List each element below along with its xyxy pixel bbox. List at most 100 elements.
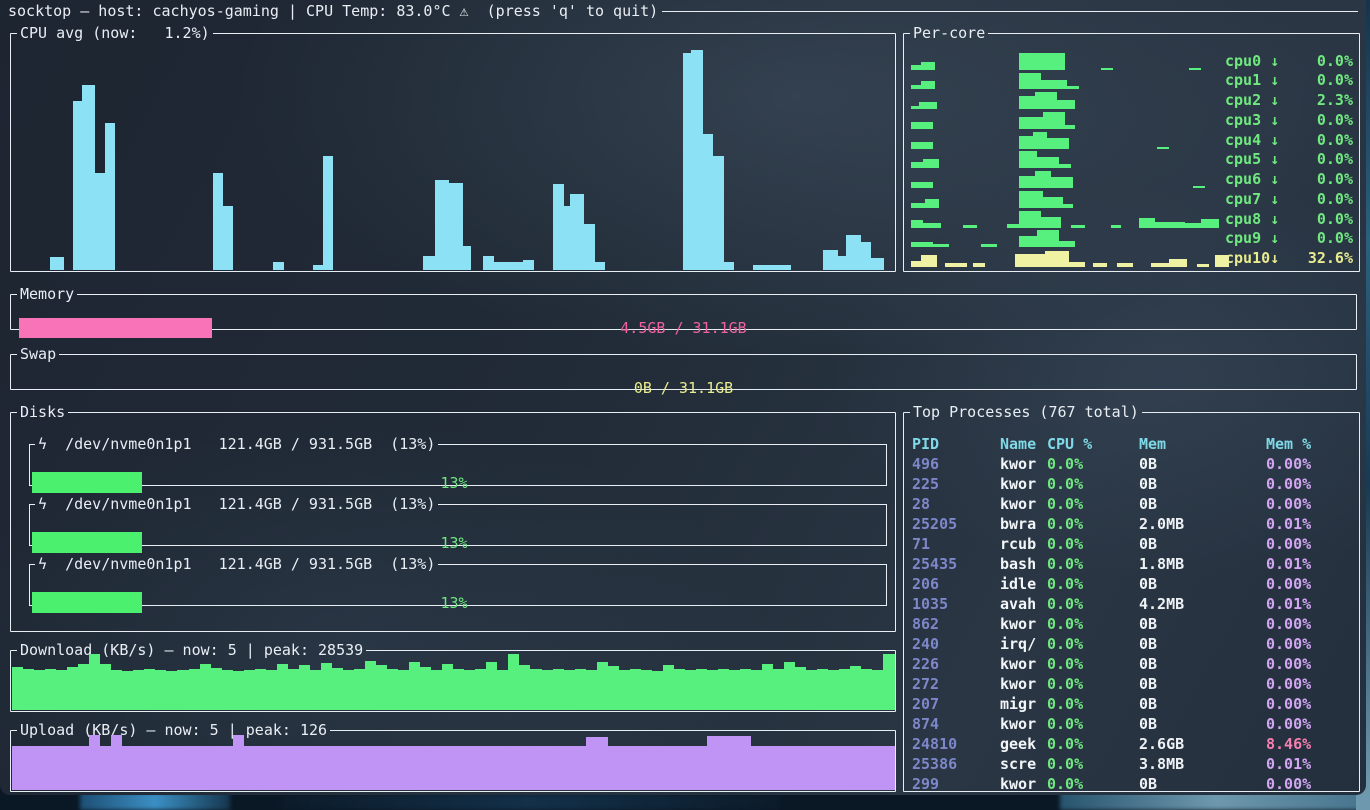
- core-spark-bar: [911, 142, 933, 149]
- mem-cell: 0B: [1139, 455, 1266, 473]
- core-spark-bar: [919, 102, 937, 109]
- core-spark-bar: [1019, 176, 1035, 188]
- cpu-cell: 0.0%: [1047, 655, 1139, 673]
- core-spark-bar: [1059, 164, 1071, 168]
- core-spark-bar: [1057, 100, 1075, 109]
- mem-cell: 0B: [1139, 715, 1266, 733]
- core-spark-bar: [1015, 254, 1045, 267]
- core-usage-value: 0.0%: [1279, 150, 1353, 169]
- core-name: cpu3: [1225, 111, 1270, 130]
- core-spark-bar: [1051, 177, 1073, 188]
- cpu7-sparkline: [911, 189, 1225, 209]
- disk-percent-label: 13%: [32, 472, 876, 493]
- mem-cell: 4.2MB: [1139, 595, 1266, 613]
- cpu-avg-bar: [691, 50, 703, 270]
- download-bar: [398, 670, 409, 710]
- download-bar: [78, 664, 89, 710]
- upload-bar: [861, 746, 872, 790]
- download-bar: [608, 666, 619, 710]
- pid-cell: 874: [912, 715, 1000, 733]
- core-row-cpu1: cpu1↓0.0%: [911, 71, 1353, 91]
- mem-pct-cell: 0.01%: [1266, 515, 1355, 533]
- download-bar: [288, 669, 299, 710]
- app-title: socktop — host: cachyos-gaming | CPU Tem…: [8, 2, 658, 20]
- core-spark-bar: [1043, 112, 1065, 129]
- download-bar: [630, 669, 641, 710]
- download-bar: [861, 669, 872, 710]
- cpu-avg-bar: [82, 85, 95, 270]
- cpu-cell: 0.0%: [1047, 775, 1139, 793]
- core-usage-value: 0.0%: [1279, 131, 1353, 150]
- cpu-avg-bar: [423, 256, 435, 270]
- upload-bar: [784, 746, 795, 790]
- name-cell: migr: [1000, 695, 1047, 713]
- pid-cell: 206: [912, 575, 1000, 593]
- upload-bar: [222, 746, 233, 790]
- download-bar: [784, 662, 795, 710]
- cpu-avg-bar: [435, 180, 449, 270]
- upload-bar: [277, 746, 288, 790]
- cpu-avg-panel: CPU avg (now: 1.2%): [10, 25, 896, 272]
- core-spark-bar: [911, 261, 921, 267]
- upload-bar: [321, 746, 332, 790]
- pid-cell: 226: [912, 655, 1000, 673]
- mem-pct-cell: 0.01%: [1266, 755, 1355, 773]
- core-spark-bar: [1059, 241, 1075, 247]
- cpu-avg-bar: [713, 156, 724, 270]
- download-bar: [872, 670, 883, 710]
- name-cell: kwor: [1000, 675, 1047, 693]
- cpu-cell: 0.0%: [1047, 575, 1139, 593]
- download-bar: [839, 669, 850, 710]
- cpu-avg-bar: [50, 257, 64, 270]
- download-bar: [641, 670, 652, 710]
- core-spark-bar: [911, 242, 933, 247]
- name-cell: geek: [1000, 735, 1047, 753]
- core-name: cpu4: [1225, 131, 1270, 150]
- core-name: cpu1: [1225, 71, 1270, 90]
- mem-pct-cell: 8.46%: [1266, 735, 1355, 753]
- cpu6-label: cpu6↓0.0%: [1225, 170, 1353, 189]
- upload-bar: [696, 746, 707, 790]
- download-bar: [464, 670, 475, 710]
- pid-cell: 240: [912, 635, 1000, 653]
- upload-bar: [12, 746, 23, 790]
- core-spark-bar: [1157, 147, 1169, 149]
- core-spark-bar: [1035, 171, 1051, 188]
- core-spark-bar: [911, 162, 923, 168]
- name-cell: irq/: [1000, 635, 1047, 653]
- upload-bar: [553, 746, 564, 790]
- download-bar: [497, 670, 508, 710]
- mem-pct-cell: 0.00%: [1266, 715, 1355, 733]
- cpu9-label: cpu9↓0.0%: [1225, 229, 1353, 248]
- cpu-avg-bar: [523, 260, 534, 270]
- cpu-cell: 0.0%: [1047, 695, 1139, 713]
- cpu-avg-bar: [105, 123, 115, 270]
- download-bar: [266, 670, 277, 710]
- cpu-avg-bar: [73, 101, 82, 270]
- upload-bar: [497, 746, 508, 790]
- mem-cell: 0B: [1139, 535, 1266, 553]
- mem-cell: 0B: [1139, 775, 1266, 793]
- core-usage-value: 0.0%: [1279, 111, 1353, 130]
- upload-bar: [464, 746, 475, 790]
- cpu-cell: 0.0%: [1047, 615, 1139, 633]
- swap-usage-label: 0B / 31.1GB: [19, 378, 1348, 398]
- download-panel: Download (KB/s) — now: 5 | peak: 28539: [10, 642, 896, 712]
- download-bar: [685, 670, 696, 710]
- download-bar: [486, 662, 497, 710]
- upload-bar: [586, 737, 597, 790]
- name-cell: bash: [1000, 555, 1047, 573]
- disk-percent-label: 13%: [32, 532, 876, 553]
- disk-gauge: 13%: [32, 472, 876, 493]
- upload-bar: [255, 746, 266, 790]
- core-spark-bar: [911, 106, 919, 109]
- terminal-window[interactable]: socktop — host: cachyos-gaming | CPU Tem…: [0, 0, 1366, 795]
- mem-cell: 0B: [1139, 635, 1266, 653]
- trend-down-arrow-icon: ↓: [1270, 150, 1279, 169]
- download-bar: [718, 669, 729, 710]
- disk-entry: ϟ /dev/nvme0n1p1 121.4GB / 931.5GB (13%)…: [29, 496, 887, 546]
- download-bar: [729, 670, 740, 710]
- disks-panel: Disks ϟ /dev/nvme0n1p1 121.4GB / 931.5GB…: [10, 404, 896, 632]
- upload-bar: [233, 735, 244, 790]
- trend-down-arrow-icon: ↓: [1270, 111, 1279, 130]
